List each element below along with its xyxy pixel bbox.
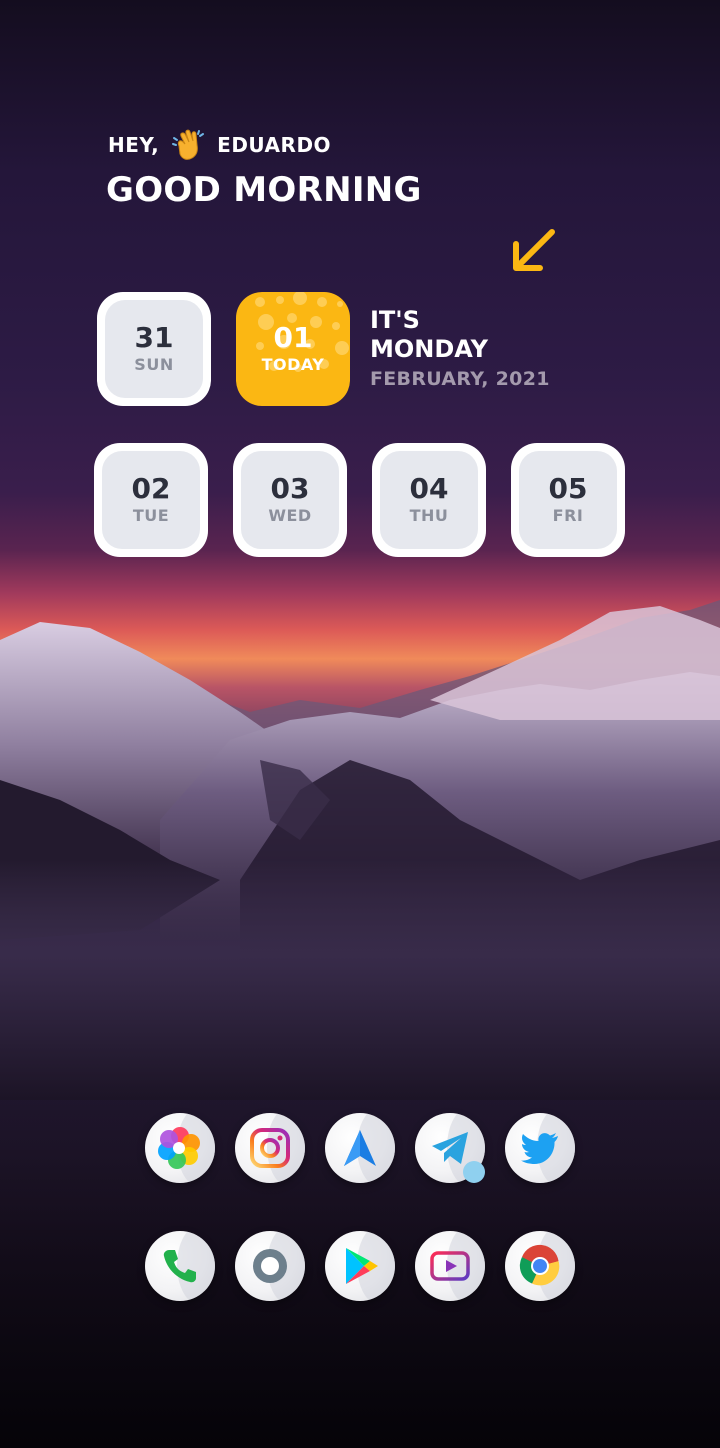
twitter-app[interactable] [505, 1113, 575, 1183]
date-number: 31 [134, 321, 174, 354]
instagram-app[interactable] [235, 1113, 305, 1183]
date-number: 01 [273, 321, 313, 354]
twitter-icon [521, 1133, 558, 1164]
greeting-name: EDUARDO [217, 133, 332, 157]
instagram-icon [250, 1128, 290, 1168]
play-store-icon [346, 1248, 378, 1284]
date-summary: IT'S MONDAY FEBRUARY, 2021 [370, 306, 550, 394]
date-weekday: FRI [552, 506, 584, 525]
play-store-app[interactable] [325, 1231, 395, 1301]
camera-app[interactable] [235, 1231, 305, 1301]
youtube-app[interactable] [415, 1231, 485, 1301]
calendar-tile-wed[interactable]: 03 WED [233, 443, 347, 557]
calendar-tile-thu[interactable]: 04 THU [372, 443, 486, 557]
calendar-tile-fri[interactable]: 05 FRI [511, 443, 625, 557]
youtube-icon [430, 1251, 470, 1281]
date-number: 05 [548, 472, 588, 505]
phone-icon [163, 1250, 196, 1283]
date-number: 02 [131, 472, 171, 505]
date-weekday: TUE [132, 506, 170, 525]
gallery-icon [158, 1127, 200, 1169]
spark-mail-icon [344, 1130, 376, 1166]
greeting-message: GOOD MORNING [106, 170, 422, 210]
date-weekday: WED [268, 506, 312, 525]
calendar-tile-tue[interactable]: 02 TUE [94, 443, 208, 557]
calendar-tile-today[interactable]: 01 TODAY [236, 292, 350, 406]
calendar-tile-previous[interactable]: 31 SUN [97, 292, 211, 406]
chrome-app[interactable] [505, 1231, 575, 1301]
month-year-label: FEBRUARY, 2021 [370, 368, 550, 390]
date-weekday: SUN [134, 355, 174, 374]
date-weekday: TODAY [261, 355, 325, 374]
greeting-line: HEY, EDUARDO [108, 128, 331, 162]
phone-app[interactable] [145, 1231, 215, 1301]
arrow-down-left-icon [513, 229, 555, 271]
its-label: IT'S [370, 306, 420, 334]
spark-mail-app[interactable] [325, 1113, 395, 1183]
date-number: 03 [270, 472, 310, 505]
date-weekday: THU [409, 506, 449, 525]
date-number: 04 [409, 472, 449, 505]
weekday-label: MONDAY [370, 335, 488, 363]
waving-hand-icon [171, 128, 207, 162]
gallery-app[interactable] [145, 1113, 215, 1183]
camera-icon [253, 1249, 287, 1283]
notification-badge [463, 1161, 485, 1183]
greeting-hey: HEY, [108, 133, 160, 157]
chrome-icon [519, 1244, 560, 1286]
